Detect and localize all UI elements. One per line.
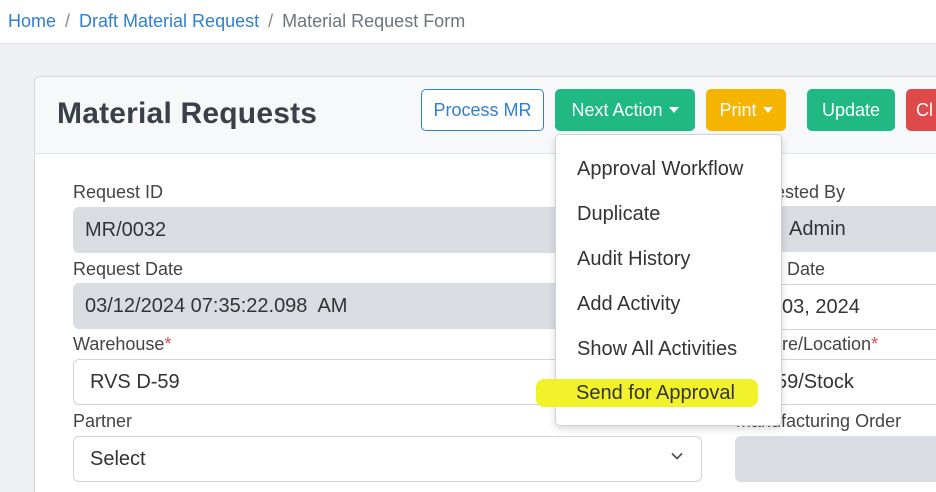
chevron-down-icon <box>671 452 683 460</box>
request-date-label: Request Date <box>73 259 184 279</box>
request-id-label: Request ID <box>73 182 164 202</box>
caret-down-icon <box>668 107 679 113</box>
menu-item-add-activity[interactable]: Add Activity <box>577 293 680 316</box>
requested-by-label: ested By <box>775 182 846 202</box>
warehouse-label-text: Warehouse <box>73 334 165 354</box>
close-button[interactable]: Cl <box>906 89 936 131</box>
manufacturing-order-field <box>735 436 936 482</box>
breadcrumb-separator: / <box>65 11 71 31</box>
process-mr-button[interactable]: Process MR <box>421 89 544 131</box>
next-action-button[interactable]: Next Action <box>555 89 695 131</box>
menu-item-send-for-approval[interactable]: Send for Approval <box>576 382 735 405</box>
next-action-label: Next Action <box>571 99 663 120</box>
breadcrumb-current: Material Request Form <box>282 11 466 31</box>
required-mark: * <box>164 334 172 354</box>
update-button[interactable]: Update <box>807 89 895 131</box>
caret-down-icon <box>762 107 773 113</box>
partner-select-value: Select <box>90 447 146 470</box>
breadcrumb: Home / Draft Material Request / Material… <box>0 0 936 44</box>
request-date-field: 03/12/2024 07:35:22.098 AM <box>73 283 573 329</box>
required-mark: * <box>871 334 879 354</box>
menu-item-approval-workflow[interactable]: Approval Workflow <box>577 158 743 181</box>
partner-label: Partner <box>73 411 133 431</box>
store-location-label: ore/Location* <box>772 334 878 355</box>
breadcrumb-draft-link[interactable]: Draft Material Request <box>79 11 259 32</box>
print-label: Print <box>719 99 757 120</box>
store-location-label-text: ore/Location <box>772 334 872 354</box>
page-title: Material Requests <box>57 97 318 130</box>
partner-select[interactable]: Select <box>73 436 702 482</box>
request-id-field: MR/0032 <box>73 207 573 253</box>
target-date-label: t Date <box>777 259 826 279</box>
breadcrumb-separator: / <box>268 11 274 31</box>
warehouse-input[interactable]: RVS D-59 <box>73 359 573 405</box>
print-button[interactable]: Print <box>706 89 786 131</box>
menu-item-show-all-activities[interactable]: Show All Activities <box>577 338 737 361</box>
menu-item-duplicate[interactable]: Duplicate <box>577 203 660 226</box>
breadcrumb-home-link[interactable]: Home <box>8 11 56 32</box>
warehouse-label: Warehouse* <box>73 334 171 355</box>
card-header: Material Requests Process MR Next Action… <box>35 77 936 154</box>
menu-item-audit-history[interactable]: Audit History <box>577 248 690 271</box>
